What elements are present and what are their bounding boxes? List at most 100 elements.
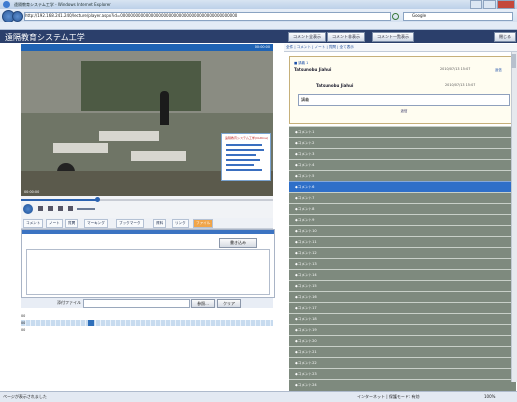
comment-list-item-label: ◆コメント24 bbox=[295, 383, 317, 387]
reply-input[interactable]: 講義 bbox=[298, 94, 510, 106]
ie-logo-icon bbox=[3, 1, 10, 8]
tool-link[interactable]: リンク bbox=[172, 219, 189, 228]
slide-line bbox=[226, 164, 254, 166]
post-button[interactable]: 書き込み bbox=[219, 238, 257, 248]
zoom-level[interactable]: 100% bbox=[484, 394, 495, 399]
play-button[interactable] bbox=[23, 204, 33, 214]
timeline-row-label: 00 bbox=[21, 314, 26, 318]
timeline-row[interactable]: 00 bbox=[21, 320, 273, 326]
timeline-row[interactable]: 00 bbox=[21, 313, 273, 319]
window-titlebar: 遠隔教育システム工学 - Windows Internet Explorer bbox=[0, 0, 517, 9]
show-all-comments-button[interactable]: コメント全表示 bbox=[288, 32, 326, 42]
search-engine-label: Google bbox=[412, 13, 427, 18]
desk bbox=[99, 131, 159, 141]
volume-slider[interactable] bbox=[77, 208, 95, 210]
window-controls bbox=[469, 0, 515, 9]
slide-title: 遠隔教育システム工学(Outline) bbox=[225, 136, 269, 140]
video-player[interactable]: 遠隔教育システム工学(Outline) 00:00:00 bbox=[21, 51, 273, 196]
close-page-button[interactable]: 閉じる bbox=[494, 32, 516, 42]
refresh-icon[interactable] bbox=[392, 13, 399, 20]
reply-user: Tatsunobu Jiahui bbox=[316, 83, 354, 88]
seek-progress bbox=[21, 199, 97, 201]
comment-list-item-label: ◆コメント20 bbox=[295, 339, 317, 343]
seek-handle[interactable] bbox=[95, 197, 100, 202]
comment-thread: ■ 講義 1 Tatsunobu Jiahui 2010/07/13 15:07… bbox=[289, 56, 517, 124]
search-input[interactable]: Google bbox=[403, 12, 513, 21]
comment-list-item-label: ◆コメント11 bbox=[295, 240, 317, 244]
comment-list-item-label: ◆コメント19 bbox=[295, 328, 317, 332]
comment-list-item-label: ◆コメント15 bbox=[295, 284, 317, 288]
comment-list-item-label: ◆コメント10 bbox=[295, 229, 317, 233]
timeline-marker[interactable] bbox=[88, 320, 94, 326]
timeline-row-label: 00 bbox=[21, 328, 26, 332]
url-input[interactable]: http://192.168.241.240/lecture/player.as… bbox=[24, 12, 391, 21]
address-bar: http://192.168.241.240/lecture/player.as… bbox=[0, 9, 517, 23]
comment-list-item-label: ◆コメント6 bbox=[295, 185, 315, 189]
reply-text: 講義 bbox=[301, 97, 309, 102]
window-title: 遠隔教育システム工学 - Windows Internet Explorer bbox=[14, 2, 111, 7]
editor-header bbox=[22, 230, 274, 234]
slide-line bbox=[226, 144, 262, 146]
thread-date: 2010/07/13 15:07 bbox=[440, 67, 471, 71]
stop-icon[interactable] bbox=[38, 206, 43, 211]
thread-title[interactable]: ■ 講義 1 bbox=[294, 60, 308, 65]
maximize-button[interactable] bbox=[483, 0, 496, 9]
attachment-row: 添付ファイル 参照... クリア bbox=[21, 298, 273, 308]
tool-comment[interactable]: コメント bbox=[23, 219, 44, 228]
status-text: ページが表示されました bbox=[3, 394, 47, 399]
tool-material[interactable]: 資料 bbox=[153, 219, 167, 228]
reply-button[interactable]: 返信 bbox=[394, 108, 414, 114]
slide-overlay: 遠隔教育システム工学(Outline) bbox=[221, 133, 271, 181]
comment-list-item-label: ◆コメント3 bbox=[295, 152, 315, 156]
thread-reply-link[interactable]: 返信 bbox=[495, 67, 502, 72]
comment-list-item-label: ◆コメント21 bbox=[295, 350, 317, 354]
comment-list-item-label: ◆コメント1 bbox=[295, 130, 315, 134]
comment-list-button[interactable]: コメント一覧表示 bbox=[372, 32, 414, 42]
comment-filter-bar: 全件 | コメント | ノート | 質問 | 全て表示 bbox=[284, 44, 517, 52]
attachment-label: 添付ファイル bbox=[57, 300, 81, 305]
comment-list-item-label: ◆コメント14 bbox=[295, 273, 317, 277]
slide-line bbox=[226, 169, 262, 171]
scrollbar[interactable] bbox=[511, 52, 517, 382]
video-time: 00:00:00 bbox=[24, 190, 40, 194]
slide-line bbox=[226, 149, 264, 151]
tool-bookmark[interactable]: ブックマーク bbox=[116, 219, 144, 228]
tool-note[interactable]: ノート bbox=[46, 219, 63, 228]
timeline-row[interactable]: 00 bbox=[21, 327, 273, 333]
comment-list-item-label: ◆コメント16 bbox=[295, 295, 317, 299]
forward-icon[interactable] bbox=[58, 206, 63, 211]
comment-list-item-label: ◆コメント13 bbox=[295, 262, 317, 266]
desk bbox=[131, 151, 186, 161]
tab-bar bbox=[0, 22, 517, 30]
comment-editor: 書き込み bbox=[21, 229, 275, 298]
scrollbar-thumb[interactable] bbox=[511, 54, 516, 68]
attachment-input[interactable] bbox=[83, 299, 190, 308]
comment-list-item-label: ◆コメント5 bbox=[295, 174, 315, 178]
comment-list-item-label: ◆コメント12 bbox=[295, 251, 317, 255]
comment-filter-links[interactable]: 全件 | コメント | ノート | 質問 | 全て表示 bbox=[286, 45, 354, 50]
reply-date: 2010/07/13 15:07 bbox=[445, 83, 476, 87]
app-header: 遠隔教育システム工学 コメント全表示 コメント非表示 コメント一覧表示 閉じる bbox=[0, 30, 517, 43]
slide-line bbox=[226, 159, 260, 161]
forward-button[interactable] bbox=[12, 11, 23, 22]
tool-marking[interactable]: マーキング bbox=[84, 219, 108, 228]
tool-file[interactable]: ファイル bbox=[193, 219, 214, 228]
volume-icon[interactable] bbox=[68, 206, 73, 211]
comment-list-item-label: ◆コメント8 bbox=[295, 207, 315, 211]
clear-button[interactable]: クリア bbox=[217, 299, 241, 308]
comment-list-item-label: ◆コメント17 bbox=[295, 306, 317, 310]
url-text: http://192.168.241.240/lecture/player.as… bbox=[25, 13, 238, 18]
hide-comments-button[interactable]: コメント非表示 bbox=[327, 32, 365, 42]
minimize-button[interactable] bbox=[470, 0, 483, 9]
thread-user: Tatsunobu Jiahui bbox=[294, 67, 332, 72]
comment-list-item-label: ◆コメント22 bbox=[295, 361, 317, 365]
comment-textarea[interactable] bbox=[26, 249, 270, 295]
close-button[interactable] bbox=[496, 0, 515, 9]
comment-list-item-label: ◆コメント23 bbox=[295, 372, 317, 376]
timeline-row-label: 00 bbox=[21, 321, 26, 325]
page-title: 遠隔教育システム工学 bbox=[5, 33, 85, 42]
tool-question[interactable]: 質問 bbox=[65, 219, 79, 228]
browse-button[interactable]: 参照... bbox=[191, 299, 215, 308]
rewind-icon[interactable] bbox=[48, 206, 53, 211]
video-header: 00:00:00 bbox=[21, 44, 273, 51]
